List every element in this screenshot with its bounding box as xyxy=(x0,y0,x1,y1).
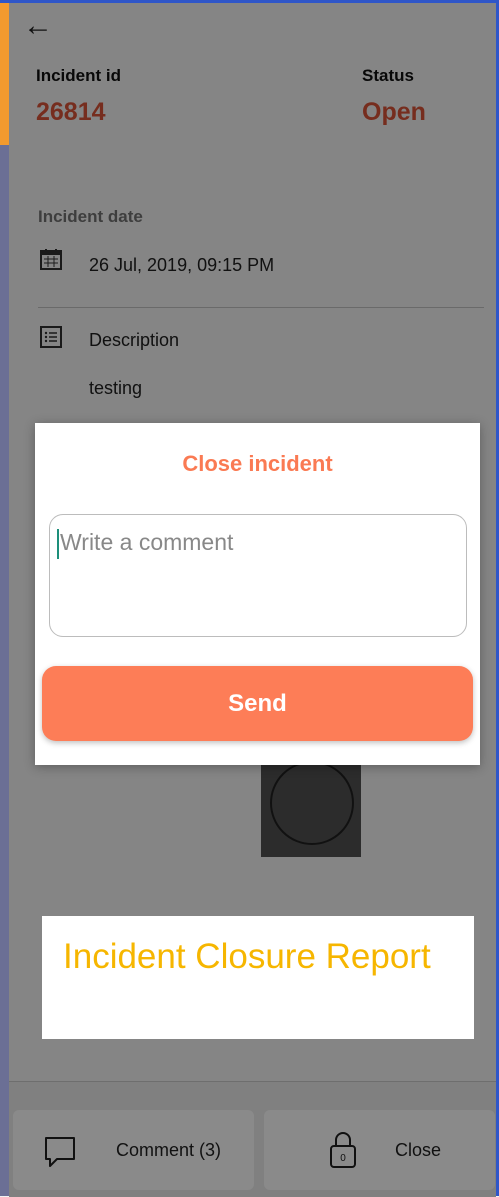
comment-button-label: Comment (3) xyxy=(116,1140,222,1160)
bottom-action-bar: Comment (3) 0 Close xyxy=(9,1081,496,1197)
comment-button[interactable]: Comment (3) xyxy=(13,1110,254,1190)
text-caret xyxy=(57,529,59,559)
lock-icon: 0 xyxy=(330,1132,356,1168)
comment-input[interactable]: Write a comment xyxy=(49,514,467,637)
close-button[interactable]: 0 Close xyxy=(264,1110,495,1190)
send-button[interactable]: Send xyxy=(42,666,473,741)
accent-strip xyxy=(0,0,9,145)
caption-box: Incident Closure Report xyxy=(42,916,474,1039)
left-frame-strip xyxy=(0,0,9,1196)
comment-placeholder: Write a comment xyxy=(60,529,234,555)
close-incident-dialog: Close incident Write a comment Send xyxy=(35,423,480,765)
caption-text: Incident Closure Report xyxy=(63,937,431,976)
svg-text:0: 0 xyxy=(340,1153,346,1164)
dialog-title: Close incident xyxy=(182,451,333,476)
comment-icon xyxy=(45,1137,75,1167)
close-button-label: Close xyxy=(395,1140,442,1160)
